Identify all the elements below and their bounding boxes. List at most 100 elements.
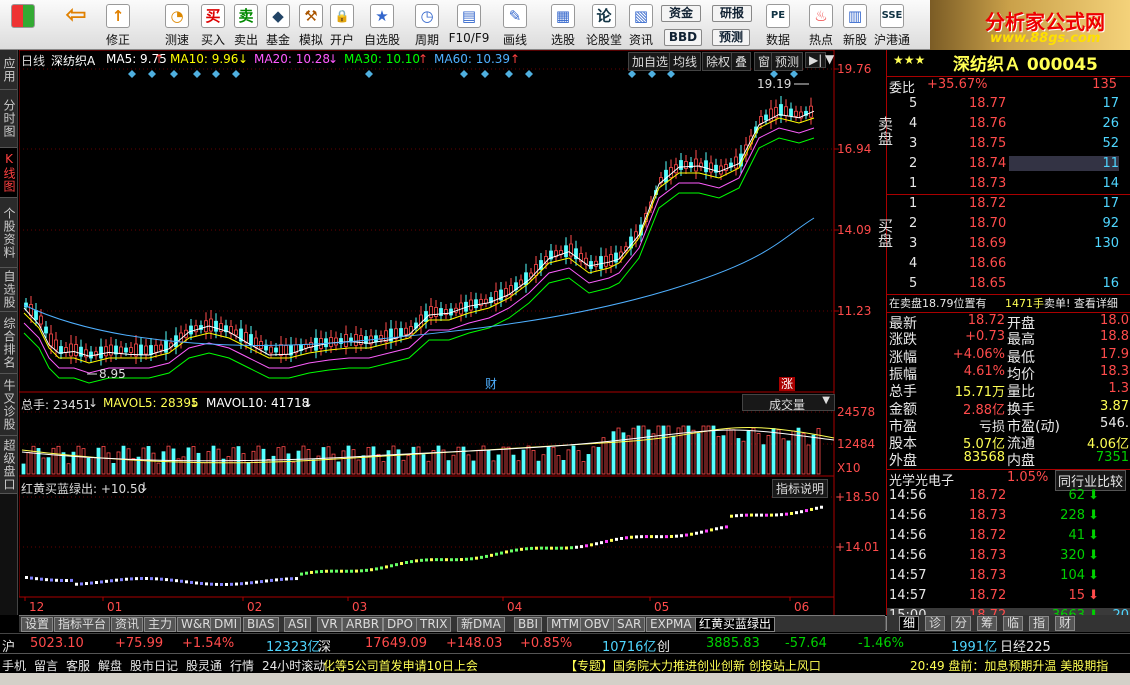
quote-tab-0[interactable]: 细 bbox=[899, 616, 920, 631]
event-marker[interactable] bbox=[628, 70, 636, 78]
toolbar-item-8[interactable]: 🔒 开户 bbox=[327, 2, 357, 48]
sidetab-7[interactable]: 超级盘口 bbox=[0, 436, 17, 494]
sidetab-4[interactable]: 自选股 bbox=[0, 268, 17, 312]
indicator-tab-5[interactable]: DMI bbox=[210, 617, 242, 632]
quote-tab-4[interactable]: 临 bbox=[1003, 616, 1024, 631]
quote-tab-5[interactable]: 指 bbox=[1029, 616, 1050, 631]
buy-row[interactable]: 1 18.72 17 bbox=[887, 196, 1130, 213]
toolbar-item-1[interactable]: ⇦ bbox=[57, 2, 95, 48]
toolbar-item-5[interactable]: 卖卖出 bbox=[231, 2, 261, 48]
sector-row[interactable]: 光学光电子 1.05% 同行业比较 bbox=[887, 469, 1130, 491]
status-item-0[interactable]: 手机 bbox=[2, 657, 26, 674]
chart-header-button-0[interactable]: 加自选 bbox=[628, 52, 673, 71]
indicator-tab-15[interactable]: OBV bbox=[580, 617, 614, 632]
event-marker[interactable] bbox=[667, 70, 675, 78]
toolbar-item-11[interactable]: ▤ F10/F9 bbox=[448, 2, 490, 48]
toolbar-item-4[interactable]: 买买入 bbox=[198, 2, 228, 48]
status-item-4[interactable]: 股市日记 bbox=[130, 657, 178, 674]
status-item-7[interactable]: 24小时滚动 bbox=[262, 657, 325, 674]
toolbar-item-18[interactable]: BBD bbox=[664, 26, 702, 48]
buy-row[interactable]: 4 18.66 bbox=[887, 256, 1130, 273]
indicator-tab-13[interactable]: BBI bbox=[514, 617, 543, 632]
news-ticker-1[interactable]: 化等5公司首发申请10日上会 bbox=[323, 657, 478, 674]
sidetab-0[interactable]: 应用 bbox=[0, 50, 17, 90]
quote-tab-3[interactable]: 筹 bbox=[977, 616, 998, 631]
event-marker[interactable] bbox=[525, 70, 533, 78]
indicator-tab-12[interactable]: 新DMA bbox=[457, 617, 505, 632]
status-item-2[interactable]: 客服 bbox=[66, 657, 90, 674]
buy-row[interactable]: 5 18.65 16 bbox=[887, 276, 1130, 293]
large-order-notice[interactable]: 在卖盘18.79位置有 1471手 卖单! 查看详细 bbox=[887, 294, 1130, 311]
event-marker[interactable] bbox=[648, 70, 656, 78]
sidetab-2[interactable]: K线图 bbox=[0, 148, 17, 198]
news-ticker-2[interactable]: 【专题】国务院大力推进创业创新 创投站上风口 bbox=[565, 657, 821, 674]
indicator-tab-0[interactable]: 设置 bbox=[21, 617, 54, 632]
event-marker[interactable] bbox=[193, 70, 201, 78]
toolbar-item-9[interactable]: ★ 自选股 bbox=[363, 2, 401, 48]
status-item-6[interactable]: 行情 bbox=[230, 657, 254, 674]
quote-tab-2[interactable]: 分 bbox=[951, 616, 972, 631]
event-marker[interactable] bbox=[128, 70, 136, 78]
sidetab-3[interactable]: 个股资料 bbox=[0, 198, 17, 268]
toolbar-item-2[interactable]: ↑ 修正 bbox=[101, 2, 135, 48]
sell-row[interactable]: 3 18.75 52 bbox=[887, 136, 1130, 153]
finance-marker[interactable]: 财 bbox=[485, 377, 497, 391]
toolbar-item-16[interactable]: 资金 bbox=[661, 2, 701, 24]
event-marker[interactable] bbox=[148, 70, 156, 78]
chart-header-button-1[interactable]: 均线 bbox=[669, 52, 702, 71]
toolbar-item-14[interactable]: 论论股堂 bbox=[586, 2, 622, 48]
indicator-tab-9[interactable]: ARBR bbox=[342, 617, 384, 632]
indicator-tab-4[interactable]: W&R bbox=[177, 617, 215, 632]
buy-row[interactable]: 3 18.69 130 bbox=[887, 236, 1130, 253]
chevron-down-icon[interactable]: ▼ bbox=[822, 52, 837, 66]
event-marker[interactable] bbox=[232, 70, 240, 78]
limit-up-marker[interactable]: 涨 bbox=[781, 376, 793, 391]
event-marker[interactable] bbox=[505, 70, 513, 78]
indicator-tab-6[interactable]: BIAS bbox=[243, 617, 279, 632]
event-marker[interactable] bbox=[481, 70, 489, 78]
volume-dropdown[interactable]: 成交量 ▼ bbox=[742, 394, 835, 412]
event-marker[interactable] bbox=[170, 70, 178, 78]
kline-chart-area[interactable]: 19.76 16.94 14.09 11.23 24578 12484 X10 +18.50 +… bbox=[19, 50, 885, 615]
indicator-tab-1[interactable]: 指标平台 bbox=[54, 617, 111, 632]
toolbar-item-3[interactable]: ◔ 测速 bbox=[160, 2, 194, 48]
chart-header-button-3[interactable]: 叠 bbox=[731, 52, 752, 71]
indicator-tab-7[interactable]: ASI bbox=[284, 617, 312, 632]
toolbar-item-20[interactable]: PE 数据 bbox=[760, 2, 796, 48]
sell-row[interactable]: 5 18.77 17 bbox=[887, 96, 1130, 113]
indicator-tab-16[interactable]: SAR bbox=[613, 617, 646, 632]
toolbar-item-0[interactable] bbox=[4, 2, 42, 48]
status-item-1[interactable]: 留言 bbox=[34, 657, 58, 674]
toolbar-item-7[interactable]: ⚒ 模拟 bbox=[296, 2, 326, 48]
indicator-tab-11[interactable]: TRIX bbox=[416, 617, 452, 632]
chart-header-button-5[interactable]: 预测 bbox=[771, 52, 804, 71]
event-marker[interactable] bbox=[212, 70, 220, 78]
indicator-tab-8[interactable]: VR bbox=[317, 617, 342, 632]
toolbar-item-12[interactable]: ✎ 画线 bbox=[496, 2, 534, 48]
indicator-tab-18[interactable]: 红黄买蓝绿出 bbox=[695, 617, 776, 632]
toolbar-item-6[interactable]: ◆ 基金 bbox=[263, 2, 293, 48]
sell-row[interactable]: 2 18.74 11 bbox=[887, 156, 1130, 173]
sidetab-5[interactable]: 综合排名 bbox=[0, 312, 17, 374]
status-item-3[interactable]: 解盘 bbox=[98, 657, 122, 674]
quote-tab-6[interactable]: 财 bbox=[1055, 616, 1076, 631]
buy-row[interactable]: 2 18.70 92 bbox=[887, 216, 1130, 233]
indicator-tab-17[interactable]: EXPMA bbox=[646, 617, 696, 632]
toolbar-item-15[interactable]: ▧ 资讯 bbox=[626, 2, 656, 48]
indicator-tab-10[interactable]: DPO bbox=[383, 617, 417, 632]
indicator-tab-2[interactable]: 资讯 bbox=[111, 617, 144, 632]
event-marker[interactable] bbox=[365, 70, 373, 78]
sidetab-6[interactable]: 牛叉诊股 bbox=[0, 374, 17, 436]
toolbar-item-22[interactable]: ▥ 新股 bbox=[840, 2, 870, 48]
sidetab-1[interactable]: 分时图 bbox=[0, 90, 17, 148]
indicator-tab-14[interactable]: MTM bbox=[547, 617, 584, 632]
status-item-5[interactable]: 股灵通 bbox=[186, 657, 222, 674]
chart-header-button-2[interactable]: 除权 bbox=[702, 52, 735, 71]
sell-row[interactable]: 4 18.76 26 bbox=[887, 116, 1130, 133]
toolbar-item-21[interactable]: ♨ 热点 bbox=[803, 2, 839, 48]
indicator-tab-3[interactable]: 主力 bbox=[144, 617, 177, 632]
quote-tab-1[interactable]: 诊 bbox=[925, 616, 946, 631]
toolbar-item-13[interactable]: ▦ 选股 bbox=[545, 2, 581, 48]
toolbar-item-17[interactable]: 研报 bbox=[712, 2, 752, 24]
event-marker[interactable] bbox=[460, 70, 468, 78]
